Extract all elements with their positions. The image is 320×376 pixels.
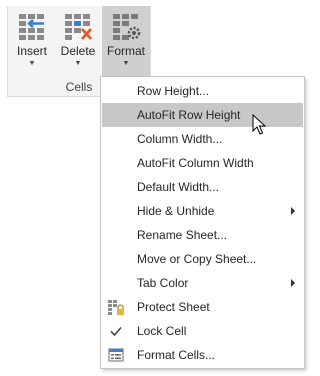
- menu-item-label: Tab Color: [137, 276, 189, 290]
- menu-item-label: Move or Copy Sheet...: [137, 252, 257, 266]
- menu-item-label: AutoFit Row Height: [137, 108, 241, 122]
- submenu-arrow-icon: [291, 207, 295, 215]
- insert-label: Insert: [16, 44, 47, 58]
- format-button[interactable]: Format ▼: [102, 6, 150, 76]
- menu-item-label: Lock Cell: [137, 324, 187, 338]
- menu-item-column-width[interactable]: Column Width...: [102, 127, 303, 151]
- menu-item-label: Column Width...: [137, 132, 223, 146]
- format-cells-dialog-icon: [108, 348, 124, 362]
- submenu-arrow-icon: [291, 279, 295, 287]
- format-dropdown-arrow-icon: ▼: [122, 60, 130, 67]
- menu-item-label: Protect Sheet: [137, 300, 210, 314]
- format-label: Format: [106, 44, 145, 58]
- menu-item-default-width[interactable]: Default Width...: [102, 175, 303, 199]
- menu-item-format-cells[interactable]: Format Cells...: [102, 343, 303, 367]
- menu-item-move-copy-sheet[interactable]: Move or Copy Sheet...: [102, 247, 303, 271]
- menu-item-hide-unhide[interactable]: Hide & Unhide: [102, 199, 303, 223]
- menu-item-autofit-column-width[interactable]: AutoFit Column Width: [102, 151, 303, 175]
- menu-item-lock-cell[interactable]: Lock Cell: [102, 319, 303, 343]
- format-cells-icon: [113, 14, 141, 40]
- menu-item-row-height[interactable]: Row Height...: [102, 79, 303, 103]
- menu-item-label: Format Cells...: [137, 348, 216, 362]
- delete-dropdown-arrow-icon: ▼: [74, 60, 82, 67]
- menu-item-autofit-row-height[interactable]: AutoFit Row Height: [102, 103, 303, 127]
- menu-item-label: Hide & Unhide: [137, 204, 215, 218]
- insert-button[interactable]: Insert ▼: [10, 6, 54, 76]
- menu-item-label: AutoFit Column Width: [137, 156, 254, 170]
- delete-button[interactable]: Delete ▼: [56, 6, 100, 76]
- delete-label: Delete: [60, 44, 96, 58]
- menu-item-rename-sheet[interactable]: Rename Sheet...: [102, 223, 303, 247]
- menu-item-label: Rename Sheet...: [137, 228, 228, 242]
- menu-item-label: Default Width...: [137, 180, 220, 194]
- menu-item-tab-color[interactable]: Tab Color: [102, 271, 303, 295]
- menu-item-protect-sheet[interactable]: Protect Sheet: [102, 295, 303, 319]
- checkmark-icon: [110, 326, 122, 337]
- delete-cells-icon: [65, 14, 93, 40]
- protect-sheet-icon: [108, 300, 124, 315]
- menu-item-label: Row Height...: [137, 84, 210, 98]
- insert-dropdown-arrow-icon: ▼: [28, 60, 36, 67]
- format-dropdown-menu: Row Height... AutoFit Row Height Column …: [100, 76, 305, 369]
- insert-cells-icon: [19, 14, 44, 40]
- mouse-pointer-icon: [252, 114, 266, 135]
